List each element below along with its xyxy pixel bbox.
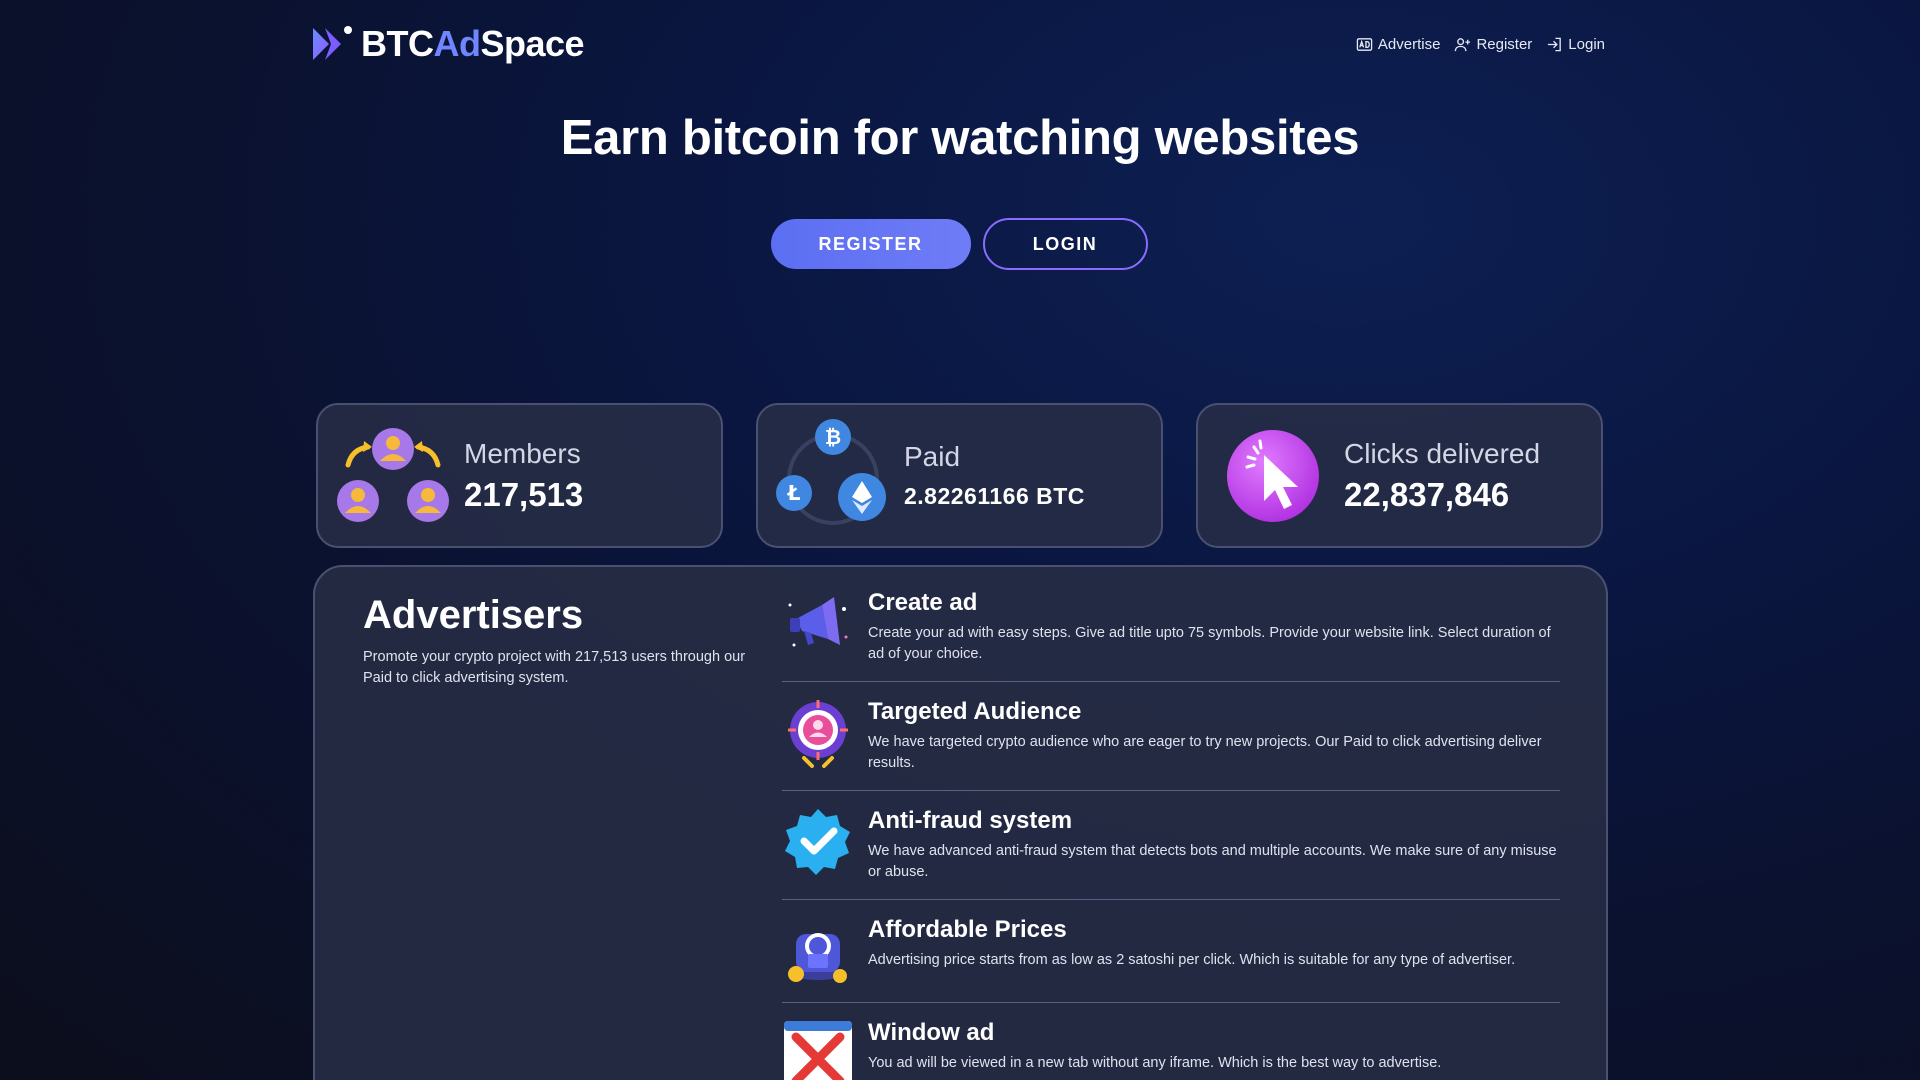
megaphone-icon [788,597,848,647]
hero-title: Earn bitcoin for watching websites [560,111,1360,165]
advertisers-panel: Advertisers Promote your crypto project … [313,565,1608,1080]
ad-icon [1356,37,1373,51]
feature-item: Create ad Create your ad with easy steps… [782,587,1560,682]
feature-title: Targeted Audience [868,698,1082,725]
feature-description: We have targeted crypto audience who are… [868,734,1542,771]
feature-item: Window ad You ad will be viewed in a new… [782,1017,1560,1080]
register-button[interactable]: REGISTER [770,219,971,269]
nav-advertise-label: Advertise [1377,35,1441,53]
click-cursor-icon [1227,429,1319,522]
nav-login[interactable]: Login [1546,36,1605,53]
advertisers-description: Promote your crypto project with 217,513… [363,649,746,686]
login-button[interactable]: LOGIN [982,218,1148,270]
target-audience-icon [788,700,848,768]
crypto-coins-icon: ₿ Ł [776,418,886,525]
stat-card-paid: ₿ Ł Paid 2.82261166 BTC [756,403,1163,548]
stat-card-clicks: Clicks delivered 22,837,846 [1196,403,1603,548]
nav-advertise[interactable]: Advertise [1356,35,1441,53]
members-icon [337,427,449,522]
login-icon [1548,37,1562,51]
stat-label-paid: Paid [904,441,961,472]
user-plus-icon [1455,37,1471,51]
feature-title: Anti-fraud system [868,807,1073,834]
advertisers-title: Advertisers [363,593,584,637]
coin-stack-icon [788,933,847,983]
feature-item: Affordable Prices Advertising price star… [782,914,1560,1003]
feature-item: Anti-fraud system We have advanced anti-… [782,805,1560,900]
stat-label-clicks: Clicks delivered [1344,437,1541,469]
feature-description: We have advanced anti-fraud system that … [868,843,1557,880]
feature-title: Window ad [868,1019,995,1046]
site-logo[interactable]: BTCAdSpace [311,23,585,65]
stat-value-members: 217,513 [464,475,584,513]
logo-text: BTCAdSpace [361,23,585,64]
feature-item: Targeted Audience We have targeted crypt… [782,696,1560,791]
stat-value-clicks: 22,837,846 [1344,475,1510,513]
stats-row: Members 217,513 ₿ Ł Paid 2.82261166 BTC [316,403,1603,548]
stat-label-members: Members [464,437,581,469]
stat-card-members: Members 217,513 [316,403,723,548]
verified-badge-icon [785,809,850,875]
feature-title: Create ad [868,589,978,616]
nav-login-label: Login [1568,35,1605,53]
nav-register-label: Register [1476,35,1533,53]
svg-text:₿: ₿ [825,425,841,449]
feature-list: Create ad Create your ad with easy steps… [782,587,1560,1080]
feature-title: Affordable Prices [868,916,1067,943]
site-header: BTCAdSpace Advertise Register Login [311,22,1605,66]
svg-text:Ł: Ł [787,481,801,505]
nav-register[interactable]: Register [1454,36,1532,53]
stat-value-paid: 2.82261166 BTC [904,483,1085,509]
top-nav: Advertise Register Login [1356,36,1605,53]
feature-description: You ad will be viewed in a new tab witho… [868,1055,1442,1071]
feature-description: Create your ad with easy steps. Give ad … [868,625,1551,662]
hero-buttons: REGISTER LOGIN [0,218,1920,270]
logo-mark-icon [313,26,352,60]
window-close-icon [784,1021,852,1080]
feature-description: Advertising price starts from as low as … [868,952,1516,968]
